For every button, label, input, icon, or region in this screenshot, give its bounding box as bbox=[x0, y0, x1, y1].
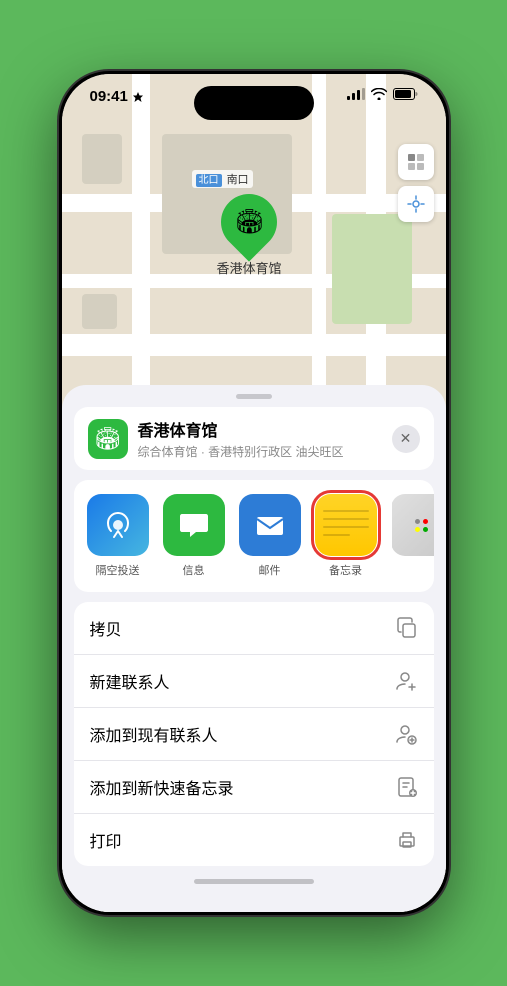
share-item-airdrop[interactable]: 隔空投送 bbox=[88, 494, 148, 578]
close-button[interactable]: ✕ bbox=[392, 425, 420, 453]
note-add-icon bbox=[396, 776, 418, 798]
person-plus-icon bbox=[396, 723, 418, 745]
map-pin: 🏟 香港体育馆 bbox=[217, 194, 282, 277]
share-item-more[interactable] bbox=[392, 494, 434, 556]
share-item-message[interactable]: 信息 bbox=[164, 494, 224, 578]
action-new-contact-label: 新建联系人 bbox=[90, 669, 170, 693]
mail-icon bbox=[239, 494, 301, 556]
phone-frame: 09:41 bbox=[59, 71, 449, 915]
action-add-existing-label: 添加到现有联系人 bbox=[90, 722, 218, 746]
message-label: 信息 bbox=[183, 562, 205, 578]
action-copy[interactable]: 拷贝 bbox=[74, 602, 434, 655]
dynamic-island bbox=[194, 86, 314, 120]
more-icon bbox=[392, 494, 434, 556]
share-item-notes[interactable]: 备忘录 bbox=[316, 494, 376, 578]
action-list: 拷贝 新建联系人 添加到现有联系人 bbox=[74, 602, 434, 866]
bottom-sheet: 🏟 香港体育馆 综合体育馆 · 香港特别行政区 油尖旺区 ✕ bbox=[62, 385, 446, 912]
mail-label: 邮件 bbox=[259, 562, 281, 578]
message-icon bbox=[163, 494, 225, 556]
home-indicator bbox=[62, 870, 446, 892]
action-add-notes[interactable]: 添加到新快速备忘录 bbox=[74, 761, 434, 814]
notes-icon bbox=[315, 494, 377, 556]
status-icons bbox=[347, 88, 418, 100]
airdrop-label: 隔空投送 bbox=[96, 562, 140, 578]
action-add-notes-label: 添加到新快速备忘录 bbox=[90, 775, 234, 799]
location-name: 香港体育馆 bbox=[138, 417, 392, 441]
action-new-contact[interactable]: 新建联系人 bbox=[74, 655, 434, 708]
action-print[interactable]: 打印 bbox=[74, 814, 434, 866]
notes-label: 备忘录 bbox=[329, 562, 362, 578]
action-add-existing[interactable]: 添加到现有联系人 bbox=[74, 708, 434, 761]
sheet-handle bbox=[236, 394, 272, 399]
copy-icon bbox=[396, 617, 418, 639]
airdrop-icon bbox=[87, 494, 149, 556]
location-info: 香港体育馆 综合体育馆 · 香港特别行政区 油尖旺区 bbox=[138, 417, 392, 460]
share-row: 隔空投送 信息 bbox=[74, 480, 434, 592]
location-header: 🏟 香港体育馆 综合体育馆 · 香港特别行政区 油尖旺区 ✕ bbox=[74, 407, 434, 470]
home-bar bbox=[194, 879, 314, 884]
share-item-mail[interactable]: 邮件 bbox=[240, 494, 300, 578]
map-label-nankou: 北口 南口 bbox=[192, 170, 253, 188]
map-controls bbox=[398, 144, 434, 224]
action-print-label: 打印 bbox=[90, 828, 122, 852]
status-time: 09:41 bbox=[90, 88, 144, 105]
location-button[interactable] bbox=[398, 186, 434, 222]
map-view-button[interactable] bbox=[398, 144, 434, 180]
print-icon bbox=[396, 829, 418, 851]
person-add-icon bbox=[396, 670, 418, 692]
location-icon: 🏟 bbox=[88, 419, 128, 459]
location-description: 综合体育馆 · 香港特别行政区 油尖旺区 bbox=[138, 443, 392, 460]
action-copy-label: 拷贝 bbox=[90, 616, 122, 640]
share-items: 隔空投送 信息 bbox=[88, 494, 420, 578]
